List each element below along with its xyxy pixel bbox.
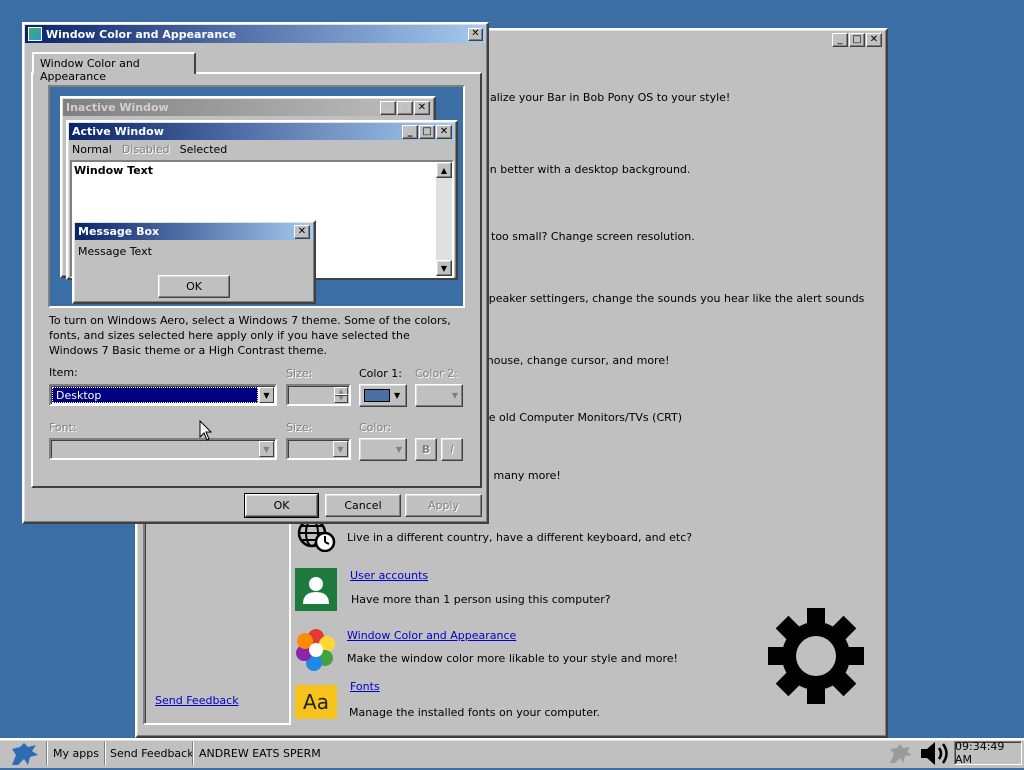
font-size-select: ▼	[286, 438, 351, 460]
fonts-icon-text: Aa	[303, 690, 329, 714]
cp-row-desc: Have more than 1 person using this compu…	[351, 593, 611, 606]
cp-row-desc: r too small? Change screen resolution.	[483, 230, 695, 243]
speaker-icon[interactable]	[918, 740, 952, 767]
color1-label: Color 1:	[359, 367, 402, 380]
taskbar-window-item[interactable]: ANDREW EATS SPERM	[195, 741, 325, 765]
chevron-down-icon: ▼	[451, 391, 458, 400]
scroll-down-icon: ▼	[436, 260, 452, 276]
message-box-text: Message Text	[78, 245, 152, 258]
cp-row-desc: speaker settingers, change the sounds yo…	[483, 292, 865, 305]
menu-selected: Selected	[179, 143, 228, 156]
minimize-icon: _	[380, 100, 396, 115]
mouse-cursor-icon	[199, 419, 213, 442]
close-icon: ✕	[294, 224, 310, 239]
close-icon: ✕	[436, 124, 452, 139]
chevron-down-icon: ▼	[395, 445, 402, 454]
message-box-ok-button: OK	[158, 275, 230, 298]
user-accounts-icon[interactable]	[295, 568, 337, 611]
active-window-title: Active Window	[72, 125, 164, 138]
font-color-label: Color:	[359, 421, 392, 434]
italic-button: I	[441, 438, 463, 461]
appearance-dialog: Window Color and Appearance ✕ Window Col…	[22, 22, 489, 524]
menu-normal: Normal	[72, 143, 112, 156]
close-button[interactable]: ✕	[866, 33, 882, 47]
tab-window-color[interactable]: Window Color and Appearance	[32, 52, 196, 83]
spinner-down-icon: ▼	[334, 394, 348, 403]
color2-picker: ▼	[415, 384, 463, 407]
cp-row-desc: Manage the installed fonts on your compu…	[349, 706, 600, 719]
preview-menubar: Normal Disabled Selected	[72, 143, 227, 156]
user-accounts-link[interactable]: User accounts	[350, 569, 428, 582]
cp-row-desc: se old Computer Monitors/TVs (CRT)	[483, 411, 682, 424]
info-text: To turn on Windows Aero, select a Window…	[49, 314, 451, 357]
message-box-title: Message Box	[78, 225, 160, 238]
minimize-icon: _	[402, 124, 418, 139]
cancel-button[interactable]: Cancel	[325, 494, 401, 517]
cp-row-desc: mouse, change cursor, and more!	[483, 354, 670, 367]
preview-area: Inactive Window _ □ ✕ Active Window _ □ …	[48, 85, 465, 308]
cp-row-desc: Make the window color more likable to yo…	[347, 652, 678, 665]
ok-button[interactable]: OK	[244, 493, 319, 518]
chevron-down-icon: ▼	[259, 441, 274, 457]
app-icon	[28, 27, 42, 41]
taskbar-divider	[192, 742, 194, 765]
chevron-down-icon[interactable]: ▼	[259, 387, 274, 403]
font-color-picker: ▼	[359, 438, 407, 461]
minimize-button[interactable]: _	[832, 33, 848, 47]
taskbar-divider	[46, 742, 48, 765]
start-button[interactable]	[4, 741, 44, 766]
fonts-icon[interactable]: Aa	[295, 685, 337, 719]
item-label: Item:	[49, 366, 78, 379]
send-feedback-link[interactable]: Send Feedback	[155, 694, 239, 707]
menu-disabled: Disabled	[121, 143, 170, 156]
close-button[interactable]: ✕	[468, 27, 483, 41]
item-select[interactable]: Desktop ▼	[49, 384, 277, 406]
inactive-window-title: Inactive Window	[66, 101, 169, 114]
cp-row-desc: en better with a desktop background.	[483, 163, 691, 176]
dialog-titlebar: Window Color and Appearance ✕	[25, 25, 486, 43]
color2-label: Color 2:	[415, 367, 458, 380]
dialog-title: Window Color and Appearance	[46, 27, 237, 41]
clock-text: 09:34:49 AM	[955, 740, 1005, 766]
maximize-icon: □	[419, 124, 435, 139]
fonts-link[interactable]: Fonts	[350, 680, 380, 693]
maximize-icon: □	[397, 100, 413, 115]
cp-sidebar: Send Feedback	[143, 520, 291, 725]
size-label: Size:	[286, 367, 313, 380]
item-select-value: Desktop	[52, 387, 258, 403]
gear-icon	[766, 606, 866, 706]
scroll-up-icon: ▲	[436, 162, 452, 178]
chevron-down-icon: ▼	[333, 441, 348, 457]
window-color-link[interactable]: Window Color and Appearance	[347, 629, 516, 642]
apply-button: Apply	[405, 494, 482, 517]
clock-panel: 09:34:49 AM	[954, 740, 1022, 766]
send-feedback-taskbar-button[interactable]: Send Feedback	[106, 741, 198, 765]
close-icon: ✕	[414, 100, 430, 115]
font-size-label: Size:	[286, 421, 313, 434]
window-text: Window Text	[74, 164, 154, 177]
bold-button: B	[415, 438, 437, 461]
cp-row-desc: Live in a different country, have a diff…	[347, 531, 693, 544]
chevron-down-icon: ▼	[394, 391, 401, 400]
font-select: ▼	[49, 438, 277, 460]
size-spinner: ▲ ▼	[286, 384, 351, 406]
cp-row-desc: nalize your Bar in Bob Pony OS to your s…	[483, 91, 731, 104]
preview-message-box: Message Box ✕ Message Text OK	[72, 220, 316, 304]
cp-row-desc: d many more!	[483, 469, 561, 482]
maximize-button[interactable]: □	[849, 33, 865, 47]
color1-picker[interactable]: ▼	[359, 384, 407, 407]
preview-scrollbar: ▲ ▼	[436, 162, 452, 276]
tray-app-icon[interactable]	[886, 741, 914, 766]
color1-swatch	[364, 389, 390, 402]
my-apps-button[interactable]: My apps	[49, 741, 103, 765]
color-flower-icon[interactable]	[295, 628, 337, 672]
pony-logo-icon	[12, 742, 38, 765]
font-label: Font:	[49, 421, 77, 434]
